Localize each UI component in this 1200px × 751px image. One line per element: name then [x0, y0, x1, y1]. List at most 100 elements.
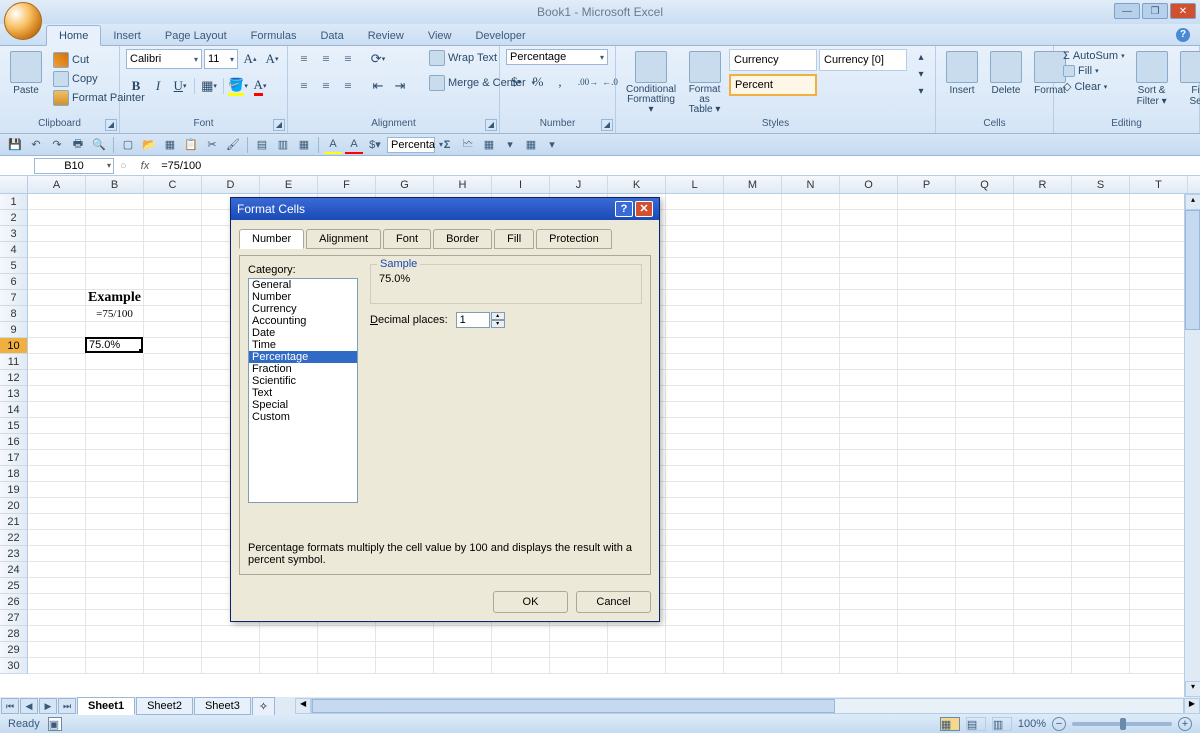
column-header-C[interactable]: C	[144, 176, 202, 193]
qat-07[interactable]: ▤	[253, 136, 271, 154]
cell-O3[interactable]	[840, 226, 898, 242]
cell-O17[interactable]	[840, 450, 898, 466]
qat-09[interactable]: ▦	[295, 136, 313, 154]
cell-L1[interactable]	[666, 194, 724, 210]
cell-L14[interactable]	[666, 402, 724, 418]
cell-T30[interactable]	[1130, 658, 1188, 674]
orientation-button[interactable]: ⟳▾	[368, 49, 388, 69]
cell-A9[interactable]	[28, 322, 86, 338]
conditional-formatting-button[interactable]: ConditionalFormatting ▾	[622, 49, 680, 117]
cell-E29[interactable]	[260, 642, 318, 658]
cell-P5[interactable]	[898, 258, 956, 274]
cell-M7[interactable]	[724, 290, 782, 306]
row-header-5[interactable]: 5	[0, 258, 27, 274]
cell-B13[interactable]	[86, 386, 144, 402]
cell-Q18[interactable]	[956, 466, 1014, 482]
cell-B7[interactable]: Example	[86, 290, 144, 306]
cell-H30[interactable]	[434, 658, 492, 674]
cell-P9[interactable]	[898, 322, 956, 338]
sort-filter-button[interactable]: Sort &Filter ▾	[1132, 49, 1172, 109]
cell-N24[interactable]	[782, 562, 840, 578]
cell-A30[interactable]	[28, 658, 86, 674]
cell-L18[interactable]	[666, 466, 724, 482]
cell-C24[interactable]	[144, 562, 202, 578]
office-button[interactable]	[4, 2, 42, 40]
cell-Q11[interactable]	[956, 354, 1014, 370]
cell-O5[interactable]	[840, 258, 898, 274]
cell-O29[interactable]	[840, 642, 898, 658]
cell-A25[interactable]	[28, 578, 86, 594]
cell-T15[interactable]	[1130, 418, 1188, 434]
cell-M23[interactable]	[724, 546, 782, 562]
cell-A18[interactable]	[28, 466, 86, 482]
hscroll-right[interactable]: ▶	[1184, 698, 1200, 714]
cell-M28[interactable]	[724, 626, 782, 642]
cell-D30[interactable]	[202, 658, 260, 674]
cell-Q12[interactable]	[956, 370, 1014, 386]
cell-C10[interactable]	[144, 338, 202, 354]
bold-button[interactable]: B	[126, 76, 146, 96]
percent-format-button[interactable]: %	[528, 72, 548, 92]
cell-L12[interactable]	[666, 370, 724, 386]
cell-A24[interactable]	[28, 562, 86, 578]
style-scroll-up[interactable]: ▴	[913, 49, 929, 65]
cell-A6[interactable]	[28, 274, 86, 290]
cell-R20[interactable]	[1014, 498, 1072, 514]
cell-B26[interactable]	[86, 594, 144, 610]
style-more[interactable]: ▾	[913, 83, 929, 99]
cell-L24[interactable]	[666, 562, 724, 578]
cell-T17[interactable]	[1130, 450, 1188, 466]
row-header-9[interactable]: 9	[0, 322, 27, 338]
cell-M26[interactable]	[724, 594, 782, 610]
row-header-13[interactable]: 13	[0, 386, 27, 402]
cell-T9[interactable]	[1130, 322, 1188, 338]
qat-06[interactable]: 🖌	[224, 136, 242, 154]
cell-N20[interactable]	[782, 498, 840, 514]
macro-record-icon[interactable]: ▣	[48, 717, 62, 731]
cell-N19[interactable]	[782, 482, 840, 498]
cell-C1[interactable]	[144, 194, 202, 210]
category-general[interactable]: General	[249, 279, 357, 291]
cell-T5[interactable]	[1130, 258, 1188, 274]
cell-L13[interactable]	[666, 386, 724, 402]
qat-04[interactable]: 📋	[182, 136, 200, 154]
ok-button[interactable]: OK	[493, 591, 568, 613]
cell-S3[interactable]	[1072, 226, 1130, 242]
qat-save[interactable]: 💾	[6, 136, 24, 154]
cell-N23[interactable]	[782, 546, 840, 562]
cell-Q16[interactable]	[956, 434, 1014, 450]
cell-P25[interactable]	[898, 578, 956, 594]
cell-S1[interactable]	[1072, 194, 1130, 210]
cell-L27[interactable]	[666, 610, 724, 626]
cell-B23[interactable]	[86, 546, 144, 562]
cell-N7[interactable]	[782, 290, 840, 306]
font-size-select[interactable]: 11▾	[204, 49, 238, 69]
cell-O25[interactable]	[840, 578, 898, 594]
cell-B29[interactable]	[86, 642, 144, 658]
column-header-A[interactable]: A	[28, 176, 86, 193]
cell-Q23[interactable]	[956, 546, 1014, 562]
category-list[interactable]: GeneralNumberCurrencyAccountingDateTimeP…	[248, 278, 358, 503]
alignment-launcher[interactable]: ◢	[485, 119, 497, 131]
cell-R5[interactable]	[1014, 258, 1072, 274]
cell-C27[interactable]	[144, 610, 202, 626]
cell-A14[interactable]	[28, 402, 86, 418]
cell-S26[interactable]	[1072, 594, 1130, 610]
cell-B16[interactable]	[86, 434, 144, 450]
cell-R21[interactable]	[1014, 514, 1072, 530]
cell-A2[interactable]	[28, 210, 86, 226]
hscroll-left[interactable]: ◀	[295, 698, 311, 714]
cell-B3[interactable]	[86, 226, 144, 242]
cell-N15[interactable]	[782, 418, 840, 434]
cell-O9[interactable]	[840, 322, 898, 338]
cell-R9[interactable]	[1014, 322, 1072, 338]
cell-Q27[interactable]	[956, 610, 1014, 626]
row-header-1[interactable]: 1	[0, 194, 27, 210]
cell-N8[interactable]	[782, 306, 840, 322]
cell-A4[interactable]	[28, 242, 86, 258]
cell-A17[interactable]	[28, 450, 86, 466]
cell-P27[interactable]	[898, 610, 956, 626]
tab-nav-prev[interactable]: ◀	[20, 698, 38, 714]
cell-C19[interactable]	[144, 482, 202, 498]
cell-Q24[interactable]	[956, 562, 1014, 578]
